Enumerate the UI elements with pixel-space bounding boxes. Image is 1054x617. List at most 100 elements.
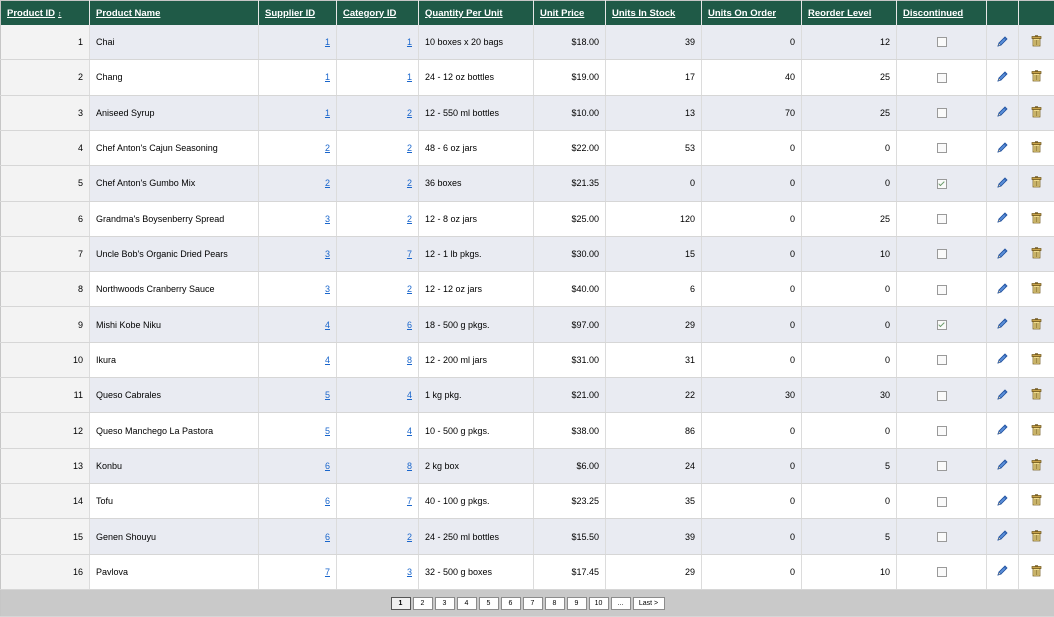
col-header-supplier-id[interactable]: Supplier ID — [258, 0, 337, 25]
category-id-link[interactable]: 1 — [407, 72, 412, 82]
trash-icon[interactable] — [1031, 353, 1042, 367]
table-row: 12 Queso Manchego La Pastora 5 4 10 - 500 g … — [0, 412, 1054, 449]
trash-icon[interactable] — [1031, 212, 1042, 226]
unit-price-cell: $21.35 — [533, 165, 606, 202]
supplier-id-link[interactable]: 4 — [325, 320, 330, 330]
category-id-link[interactable]: 2 — [407, 178, 412, 188]
pencil-icon[interactable] — [996, 247, 1009, 262]
pencil-icon[interactable] — [996, 423, 1009, 438]
pager-page-8[interactable]: 8 — [544, 596, 565, 610]
pencil-icon[interactable] — [996, 458, 1009, 473]
trash-icon[interactable] — [1031, 565, 1042, 579]
pencil-icon[interactable] — [996, 529, 1009, 544]
category-id-link[interactable]: 8 — [407, 355, 412, 365]
product-name-cell: Chef Anton's Gumbo Mix — [89, 165, 259, 202]
pencil-icon[interactable] — [996, 317, 1009, 332]
trash-icon[interactable] — [1031, 35, 1042, 49]
col-header-product-name[interactable]: Product Name — [89, 0, 259, 25]
product-id-cell: 11 — [0, 377, 90, 414]
pencil-icon[interactable] — [996, 105, 1009, 120]
trash-icon[interactable] — [1031, 282, 1042, 296]
pager-page-9[interactable]: 9 — [566, 596, 587, 610]
supplier-id-link[interactable]: 3 — [325, 214, 330, 224]
pencil-icon[interactable] — [996, 176, 1009, 191]
trash-icon[interactable] — [1031, 423, 1042, 438]
category-id-link[interactable]: 2 — [407, 284, 412, 294]
col-header-category-id[interactable]: Category ID — [336, 0, 419, 25]
trash-icon[interactable] — [1031, 176, 1042, 190]
pencil-icon[interactable] — [996, 494, 1009, 509]
pager-page-4[interactable]: 4 — [456, 596, 477, 610]
trash-icon[interactable] — [1031, 106, 1042, 120]
trash-icon[interactable] — [1031, 494, 1042, 508]
col-header-product-id[interactable]: Product ID ↕ — [0, 0, 90, 25]
trash-icon[interactable] — [1031, 247, 1042, 261]
col-header-unit-price[interactable]: Unit Price — [533, 0, 606, 25]
trash-icon[interactable] — [1031, 529, 1042, 544]
category-id-link[interactable]: 7 — [407, 249, 412, 259]
supplier-id-link[interactable]: 1 — [325, 37, 330, 47]
pencil-icon[interactable] — [996, 352, 1009, 367]
category-id-link[interactable]: 6 — [407, 320, 412, 330]
category-id-link[interactable]: 8 — [407, 461, 412, 471]
pager-page-7[interactable]: 7 — [522, 596, 543, 610]
pencil-icon[interactable] — [996, 35, 1009, 50]
table-row: 11 Queso Cabrales 5 4 1 kg pkg. $21.00 22 30 30 — [0, 377, 1054, 414]
supplier-id-link[interactable]: 4 — [325, 355, 330, 365]
reorder-level-cell: 0 — [801, 271, 897, 308]
table-row: 6 Grandma's Boysenberry Spread 3 2 12 - 8 oz… — [0, 201, 1054, 237]
supplier-id-link[interactable]: 1 — [325, 108, 330, 118]
trash-icon[interactable] — [1031, 70, 1042, 84]
supplier-id-link[interactable]: 3 — [325, 284, 330, 294]
pager-page-3[interactable]: 3 — [434, 596, 455, 610]
pager-last-button[interactable]: Last > — [632, 596, 665, 610]
col-header-reorder-level[interactable]: Reorder Level — [801, 0, 897, 25]
category-id-link[interactable]: 1 — [407, 37, 412, 47]
discontinued-checkbox — [936, 461, 947, 472]
category-id-link[interactable]: 4 — [407, 390, 412, 400]
supplier-id-link[interactable]: 6 — [325, 461, 330, 471]
unit-price-cell: $10.00 — [533, 95, 606, 131]
supplier-id-link[interactable]: 5 — [325, 390, 330, 400]
col-header-units-on-order[interactable]: Units On Order — [701, 0, 802, 25]
pager-page-10[interactable]: 10 — [588, 596, 609, 610]
trash-icon[interactable] — [1031, 388, 1042, 402]
pencil-icon[interactable] — [996, 388, 1009, 403]
supplier-id-link[interactable]: 3 — [325, 249, 330, 259]
category-id-link[interactable]: 4 — [407, 426, 412, 436]
pager-page-5[interactable]: 5 — [478, 596, 499, 610]
trash-icon[interactable] — [1031, 141, 1042, 155]
pencil-icon[interactable] — [996, 70, 1009, 85]
category-id-link[interactable]: 2 — [407, 214, 412, 224]
pager-page-2[interactable]: 2 — [412, 596, 433, 610]
pencil-icon[interactable] — [996, 141, 1009, 156]
col-header-discontinued[interactable]: Discontinued — [896, 0, 987, 25]
quantity-per-unit-cell: 12 - 550 ml bottles — [418, 95, 534, 131]
category-id-link[interactable]: 2 — [407, 532, 412, 542]
unit-price-cell: $40.00 — [533, 271, 606, 308]
product-id-cell: 12 — [0, 412, 90, 449]
category-id-link[interactable]: 2 — [407, 108, 412, 118]
units-on-order-cell: 0 — [701, 165, 802, 202]
col-header-units-in-stock[interactable]: Units In Stock — [605, 0, 702, 25]
pager-ellipsis[interactable]: ... — [610, 596, 631, 610]
pencil-icon[interactable] — [996, 282, 1009, 297]
category-id-link[interactable]: 3 — [407, 567, 412, 577]
supplier-id-link[interactable]: 1 — [325, 72, 330, 82]
col-header-quantity-per-unit[interactable]: Quantity Per Unit — [418, 0, 534, 25]
trash-icon[interactable] — [1031, 317, 1042, 332]
category-id-link[interactable]: 7 — [407, 496, 412, 506]
supplier-id-link[interactable]: 2 — [325, 178, 330, 188]
pager-page-6[interactable]: 6 — [500, 596, 521, 610]
trash-icon[interactable] — [1031, 459, 1042, 473]
supplier-id-link[interactable]: 2 — [325, 143, 330, 153]
category-id-link[interactable]: 2 — [407, 143, 412, 153]
pager-page-1[interactable]: 1 — [390, 596, 411, 610]
supplier-id-link[interactable]: 7 — [325, 567, 330, 577]
supplier-id-link[interactable]: 6 — [325, 496, 330, 506]
pencil-icon[interactable] — [996, 564, 1009, 579]
pencil-icon[interactable] — [996, 211, 1009, 226]
supplier-id-link[interactable]: 6 — [325, 532, 330, 542]
units-on-order-cell: 0 — [701, 518, 802, 555]
supplier-id-link[interactable]: 5 — [325, 426, 330, 436]
